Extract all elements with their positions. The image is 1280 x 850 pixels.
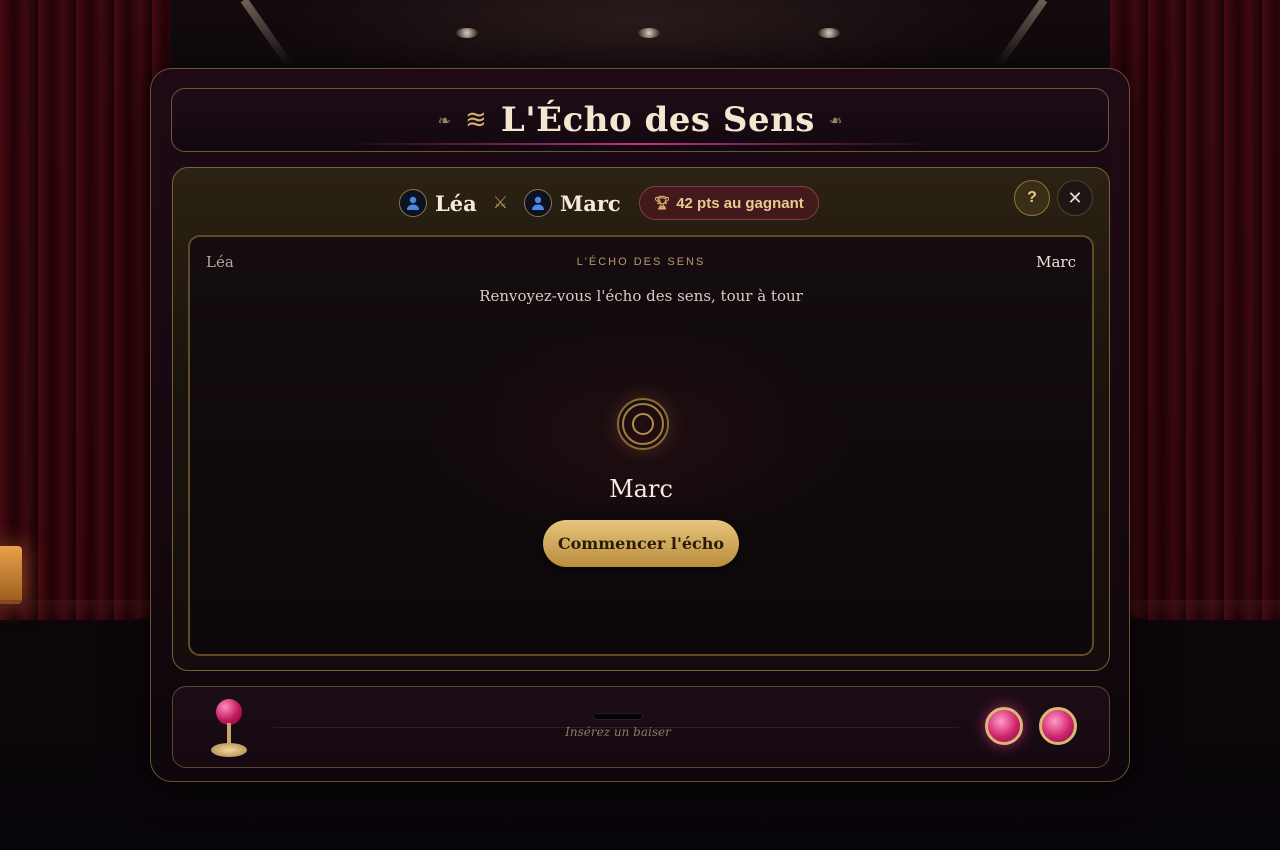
coin-slot-label: Insérez un baiser xyxy=(565,725,671,739)
player-one-name: Léa xyxy=(435,190,477,216)
joystick[interactable] xyxy=(209,699,249,757)
stage-subtitle: Renvoyez-vous l'écho des sens, tour à to… xyxy=(479,287,803,305)
user-icon xyxy=(523,189,552,217)
app-title: L'Écho des Sens xyxy=(500,100,815,140)
left-curtain xyxy=(0,0,170,620)
players-bar: Léa ⚔ Marc 🏆︎ 42 pts au gagnant xyxy=(399,186,819,220)
joystick-base xyxy=(211,743,247,757)
game-cabinet: ❧ ≋ L'Écho des Sens ❧ Léa ⚔ Marc 🏆︎ 42 p… xyxy=(150,68,1130,782)
joystick-ball xyxy=(216,699,242,725)
ceiling-light xyxy=(818,28,840,38)
arcade-button-b[interactable] xyxy=(1039,707,1077,745)
ceiling-light xyxy=(638,28,660,38)
prize-label: 42 pts au gagnant xyxy=(676,194,804,212)
title-group: ❧ ≋ L'Écho des Sens ❧ xyxy=(438,100,843,140)
crossed-swords-icon: ⚔ xyxy=(492,193,508,213)
stage-player-right: Marc xyxy=(1036,253,1076,271)
control-deck: Insérez un baiser xyxy=(172,686,1110,768)
current-player-name: Marc xyxy=(609,475,673,503)
fleuron-right-icon: ❧ xyxy=(828,110,843,130)
stage-title: L'ÉCHO DES SENS xyxy=(576,256,706,268)
game-panel: Léa ⚔ Marc 🏆︎ 42 pts au gagnant ? ✕ Léa … xyxy=(172,167,1110,671)
title-bar: ❧ ≋ L'Écho des Sens ❧ xyxy=(171,88,1109,152)
ceiling-light xyxy=(456,28,478,38)
arcade-button-a[interactable] xyxy=(985,707,1023,745)
help-button[interactable]: ? xyxy=(1014,180,1050,216)
prize-badge: 🏆︎ 42 pts au gagnant xyxy=(638,186,819,220)
echo-ring-icon xyxy=(617,398,669,450)
right-curtain xyxy=(1110,0,1280,620)
candle xyxy=(0,546,22,604)
game-stage: Léa L'ÉCHO DES SENS Marc Renvoyez-vous l… xyxy=(188,235,1094,656)
player-two-name: Marc xyxy=(559,190,621,216)
waves-icon: ≋ xyxy=(465,105,487,135)
trophy-icon: 🏆︎ xyxy=(653,195,671,210)
joystick-shaft xyxy=(227,723,231,745)
fleuron-left-icon: ❧ xyxy=(437,110,452,130)
close-button[interactable]: ✕ xyxy=(1057,180,1093,216)
start-echo-button[interactable]: Commencer l'écho xyxy=(543,520,739,567)
user-icon xyxy=(399,189,427,217)
coin-slot[interactable] xyxy=(593,713,643,720)
